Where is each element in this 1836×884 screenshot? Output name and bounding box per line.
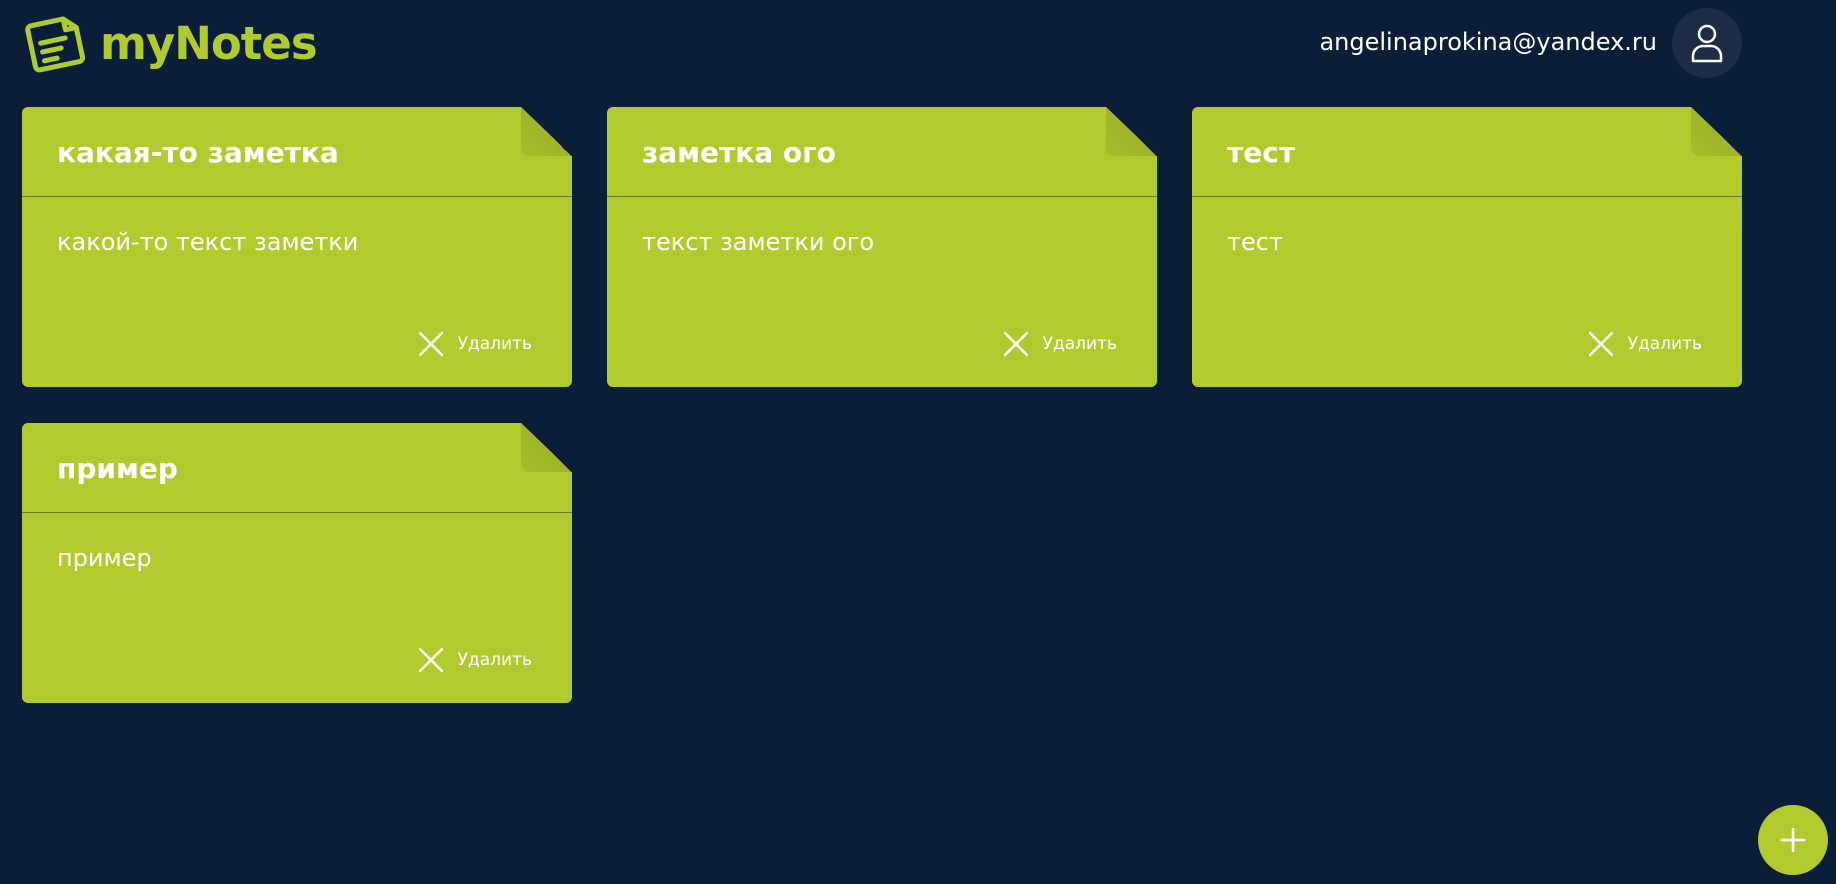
close-icon bbox=[418, 331, 443, 357]
delete-label: Удалить bbox=[1042, 334, 1117, 354]
app-logo[interactable]: myNotes bbox=[22, 12, 318, 74]
delete-note-button[interactable]: Удалить bbox=[1588, 331, 1702, 357]
note-icon bbox=[25, 16, 85, 73]
note-divider bbox=[1192, 196, 1742, 197]
note-divider bbox=[607, 196, 1157, 197]
delete-label: Удалить bbox=[457, 334, 532, 354]
note-card[interactable]: пример пример Удалить bbox=[22, 423, 572, 703]
delete-note-button[interactable]: Удалить bbox=[418, 331, 532, 357]
add-note-button[interactable] bbox=[1758, 805, 1828, 875]
close-icon bbox=[418, 647, 443, 673]
plus-icon bbox=[1780, 827, 1806, 853]
note-card[interactable]: тест тест Удалить bbox=[1192, 107, 1742, 387]
close-icon bbox=[1003, 331, 1028, 357]
note-fold-corner bbox=[521, 423, 572, 472]
note-text: текст заметки ого bbox=[642, 228, 875, 256]
note-title: какая-то заметка bbox=[57, 136, 339, 169]
note-text: какой-то текст заметки bbox=[57, 228, 359, 256]
delete-label: Удалить bbox=[1627, 334, 1702, 354]
delete-note-button[interactable]: Удалить bbox=[418, 647, 532, 673]
user-icon bbox=[1691, 24, 1723, 63]
delete-label: Удалить bbox=[457, 650, 532, 670]
note-text: тест bbox=[1227, 228, 1283, 256]
close-icon bbox=[1588, 331, 1613, 357]
note-title: пример bbox=[57, 452, 178, 485]
note-title: тест bbox=[1227, 136, 1296, 169]
note-fold-corner bbox=[1106, 107, 1157, 156]
note-text: пример bbox=[57, 544, 152, 572]
user-avatar-button[interactable] bbox=[1672, 8, 1742, 78]
delete-note-button[interactable]: Удалить bbox=[1003, 331, 1117, 357]
note-fold-corner bbox=[521, 107, 572, 156]
note-fold-corner bbox=[1691, 107, 1742, 156]
note-divider bbox=[22, 196, 572, 197]
note-card[interactable]: какая-то заметка какой-то текст заметки … bbox=[22, 107, 572, 387]
note-divider bbox=[22, 512, 572, 513]
logo-text: myNotes bbox=[100, 16, 318, 70]
user-email: angelinaprokina@yandex.ru bbox=[1319, 28, 1657, 56]
note-card[interactable]: заметка ого текст заметки ого Удалить bbox=[607, 107, 1157, 387]
note-title: заметка ого bbox=[642, 136, 837, 169]
